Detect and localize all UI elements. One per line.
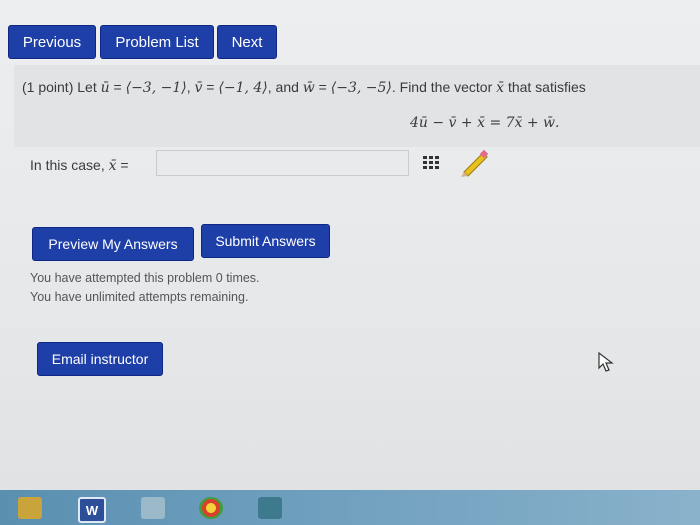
previous-button[interactable]: Previous — [8, 25, 96, 59]
v-vector: v̄ — [194, 80, 203, 96]
submit-answers-button[interactable]: Submit Answers — [201, 224, 330, 258]
taskbar-app-icon[interactable] — [141, 497, 165, 519]
preview-answers-button[interactable]: Preview My Answers — [32, 227, 194, 261]
find-prefix: Find the vector — [399, 79, 493, 95]
taskbar-explorer-icon[interactable] — [18, 497, 42, 519]
answer-label: In this case, x̄ = — [30, 157, 129, 174]
answer-prefix: In this case, — [30, 157, 105, 173]
mouse-cursor-icon — [598, 351, 614, 372]
equation: 4ū − v̄ + x̄ = 7x̄ + w̄. — [410, 115, 560, 131]
u-value: ⟨−3, −1⟩ — [125, 80, 187, 96]
and-word: and — [275, 79, 299, 95]
next-button[interactable]: Next — [217, 25, 277, 59]
problem-list-button[interactable]: Problem List — [100, 25, 214, 59]
point-value: (1 point) — [22, 79, 74, 95]
answer-x-vector: x̄ — [108, 158, 117, 174]
w-value: ⟨−3, −5⟩ — [330, 80, 392, 96]
w-vector: w̄ — [302, 80, 315, 96]
taskbar-skype-icon[interactable] — [258, 497, 282, 519]
x-vector: x̄ — [496, 80, 505, 96]
let-word: Let — [77, 79, 97, 95]
pencil-icon[interactable] — [456, 148, 490, 178]
answer-input[interactable] — [156, 150, 409, 176]
answer-equals: = — [120, 157, 129, 173]
v-value: ⟨−1, 4⟩ — [218, 80, 268, 96]
attempts-remaining-text: You have unlimited attempts remaining. — [30, 290, 249, 304]
problem-statement: (1 point) Let ū = ⟨−3, −1⟩, v̄ = ⟨−1, 4⟩… — [22, 79, 586, 96]
matrix-entry-icon[interactable] — [420, 153, 442, 173]
u-vector: ū — [100, 80, 110, 96]
problem-panel — [14, 65, 700, 147]
taskbar-chrome-icon[interactable] — [199, 497, 223, 519]
find-suffix: that satisfies — [507, 79, 586, 95]
email-instructor-button[interactable]: Email instructor — [37, 342, 163, 376]
taskbar-word-icon[interactable]: W — [78, 497, 106, 523]
attempt-count-text: You have attempted this problem 0 times. — [30, 271, 260, 285]
